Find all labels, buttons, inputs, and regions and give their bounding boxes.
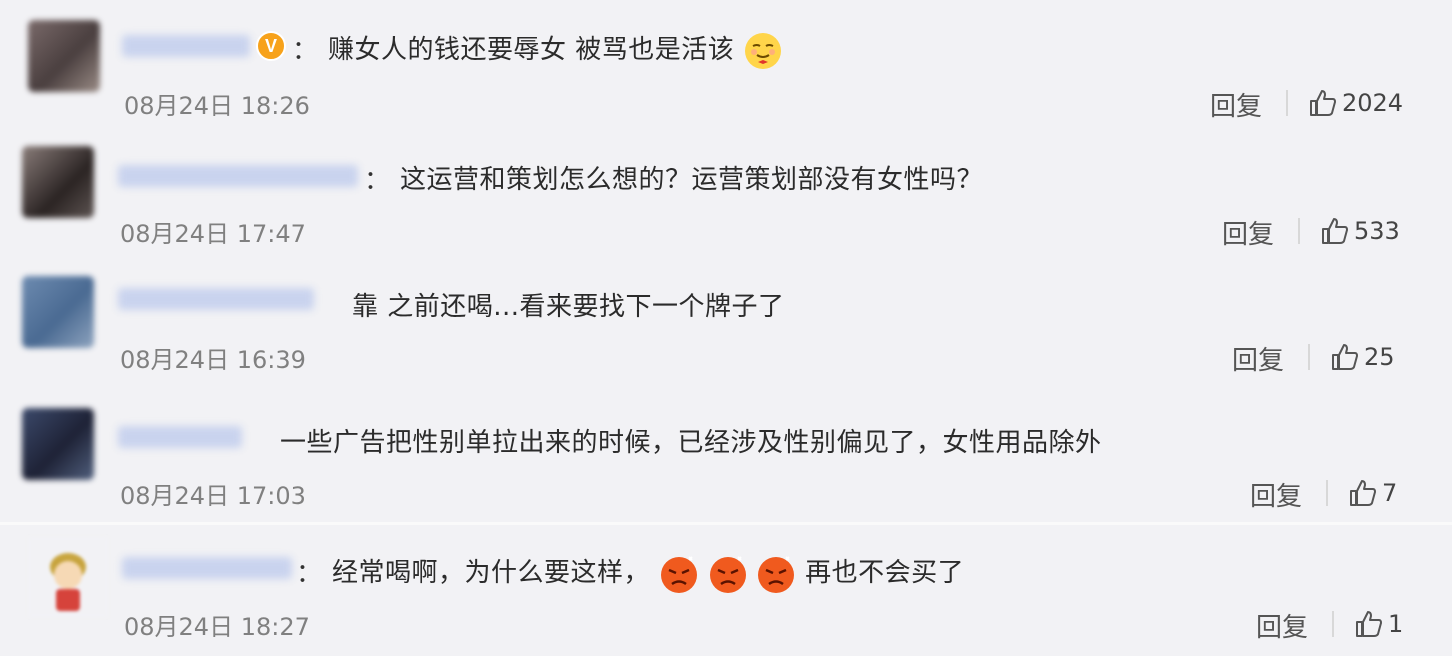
reply-button[interactable]: 回复 <box>1232 340 1284 377</box>
like-count: 25 <box>1364 343 1395 371</box>
comment-item: 靠 之前还喝...看来要找下一个牌子了 08月24日 16:39 回复 25 <box>0 260 1452 390</box>
username[interactable] <box>118 426 242 448</box>
comment-item: 一些广告把性别单拉出来的时候，已经涉及性别偏见了，女性用品除外 08月24日 1… <box>0 390 1452 522</box>
username[interactable] <box>118 165 358 187</box>
like-count: 2024 <box>1342 89 1404 117</box>
angry-face-emoji <box>709 555 746 593</box>
comment-timestamp: 08月24日 16:39 <box>120 346 306 374</box>
reply-button[interactable]: 回复 <box>1256 607 1308 644</box>
reply-button[interactable]: 回复 <box>1222 214 1274 251</box>
comment-text: 经常喝啊，为什么要这样， 再也不会买了 <box>332 552 964 594</box>
thumbs-up-icon <box>1356 611 1382 637</box>
like-count: 1 <box>1388 610 1404 638</box>
comment-text-body: 经常喝啊，为什么要这样， <box>332 558 651 588</box>
divider <box>1298 218 1300 244</box>
comment-text-tail: 再也不会买了 <box>805 558 965 588</box>
avatar[interactable] <box>22 276 94 348</box>
username[interactable] <box>122 557 292 579</box>
comment-timestamp: 08月24日 17:03 <box>120 482 306 510</box>
like-button[interactable]: 2024 <box>1308 88 1403 118</box>
comment-timestamp: 08月24日 18:26 <box>124 92 310 120</box>
username[interactable] <box>122 35 250 57</box>
like-count: 7 <box>1382 479 1398 507</box>
avatar[interactable] <box>28 20 100 92</box>
angry-face-emoji <box>758 555 795 593</box>
comment-timestamp: 08月24日 18:27 <box>124 613 310 641</box>
reply-button[interactable]: 回复 <box>1250 476 1302 513</box>
divider <box>1332 611 1334 637</box>
reply-button[interactable]: 回复 <box>1210 86 1262 123</box>
avatar[interactable] <box>22 146 94 218</box>
colon: ： <box>364 166 391 196</box>
username[interactable] <box>118 288 314 310</box>
like-button[interactable]: 1 <box>1354 609 1403 639</box>
divider <box>1286 90 1288 116</box>
thumbs-up-icon <box>1310 90 1336 116</box>
like-button[interactable]: 533 <box>1320 216 1400 246</box>
divider <box>1308 344 1310 370</box>
verified-badge-icon: V <box>256 31 286 61</box>
thumbs-up-icon <box>1332 344 1358 370</box>
comment-text: 这运营和策划怎么想的？运营策划部没有女性吗？ <box>400 165 984 195</box>
colon: ： <box>296 559 323 589</box>
angry-face-emoji <box>660 555 697 593</box>
like-count: 533 <box>1354 217 1400 245</box>
comment-text: 一些广告把性别单拉出来的时候，已经涉及性别偏见了，女性用品除外 <box>280 428 1102 458</box>
smirk-face-emoji <box>745 32 782 69</box>
comment-text: 靠 之前还喝...看来要找下一个牌子了 <box>352 292 785 322</box>
colon: ： <box>292 36 319 66</box>
divider <box>1326 480 1328 506</box>
comment-item: V ： 赚女人的钱还要辱女 被骂也是活该 08月24日 18:26 回复 202… <box>0 0 1452 130</box>
like-button[interactable]: 7 <box>1348 478 1397 508</box>
comment-timestamp: 08月24日 17:47 <box>120 220 306 248</box>
thumbs-up-icon <box>1350 480 1376 506</box>
avatar[interactable] <box>28 537 108 617</box>
thumbs-up-icon <box>1322 218 1348 244</box>
comment-item: ： 经常喝啊，为什么要这样， 再也不会买了 08月24日 18:27 回复 1 <box>0 525 1452 656</box>
avatar[interactable] <box>22 408 94 480</box>
like-button[interactable]: 25 <box>1330 342 1395 372</box>
comment-item: ： 这运营和策划怎么想的？运营策划部没有女性吗？ 08月24日 17:47 回复… <box>0 130 1452 260</box>
comment-text-body: 赚女人的钱还要辱女 被骂也是活该 <box>328 35 735 65</box>
comment-text: 赚女人的钱还要辱女 被骂也是活该 <box>328 29 783 71</box>
